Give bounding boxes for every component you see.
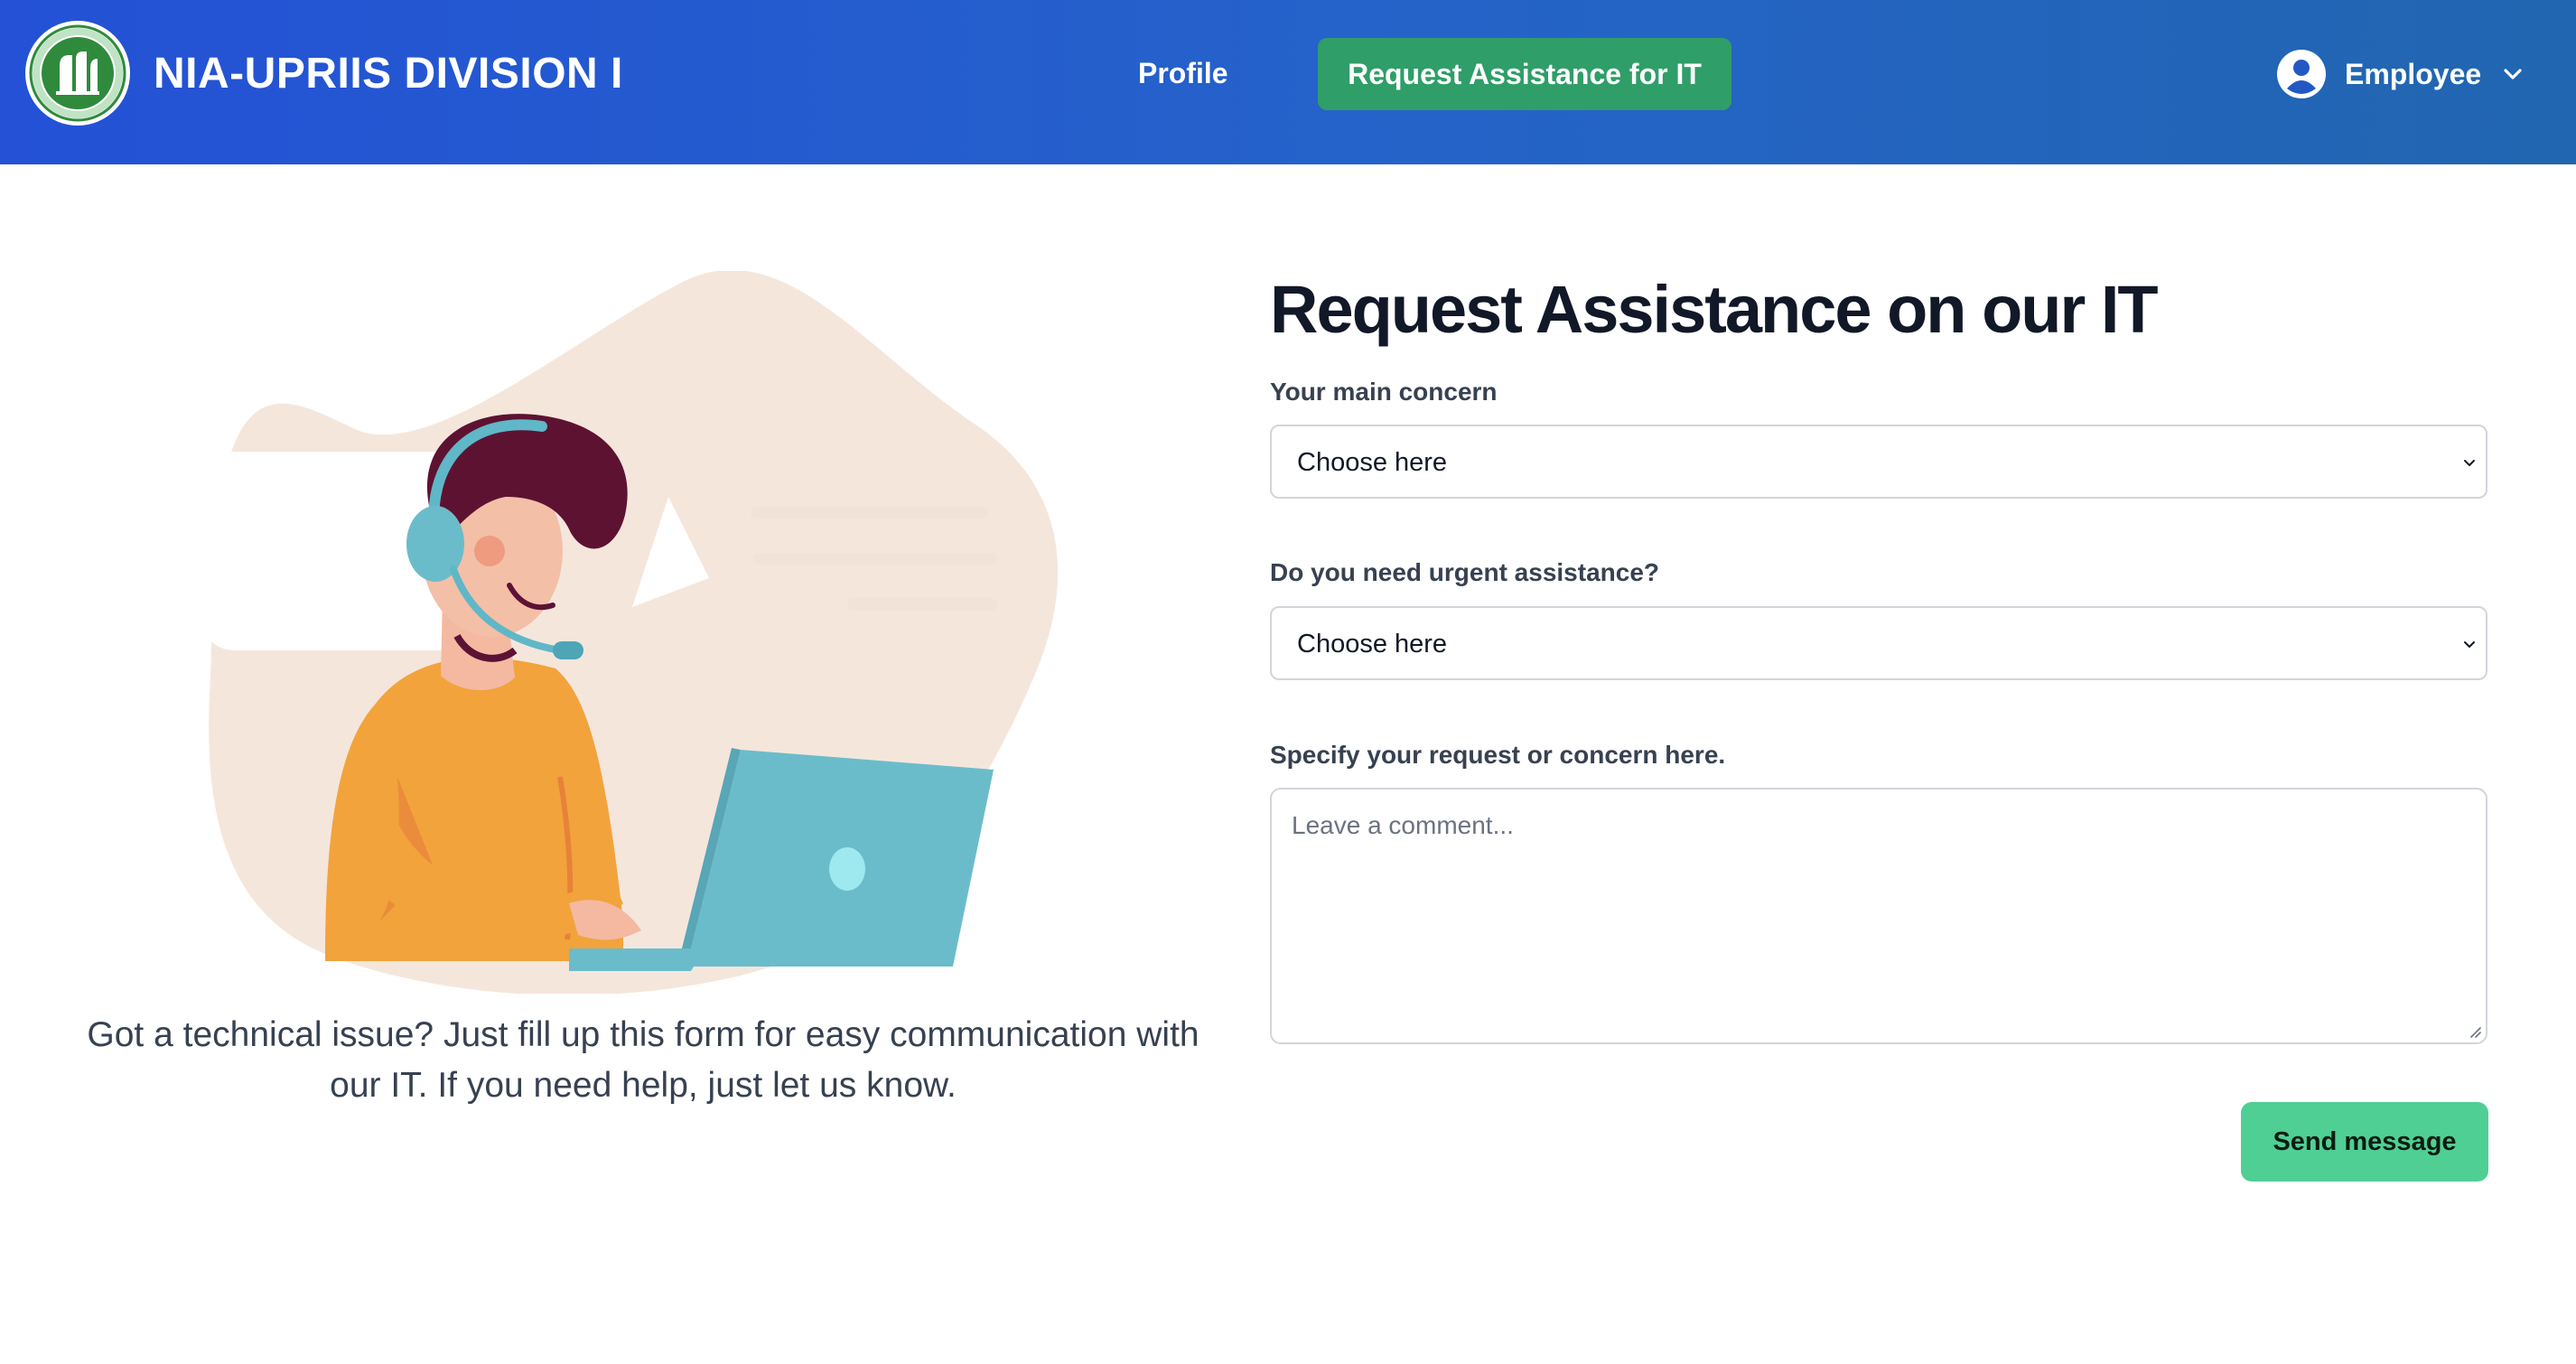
form-title: Request Assistance on our IT — [1270, 272, 2159, 347]
brand-title[interactable]: NIA-UPRIIS DIVISION I — [154, 49, 623, 98]
urgent-label: Do you need urgent assistance? — [1270, 558, 1659, 586]
user-circle-icon — [2277, 50, 2326, 98]
urgent-select-value: Choose here — [1297, 630, 1448, 659]
chevron-down-icon — [2464, 460, 2475, 466]
concern-label: Your main concern — [1270, 378, 1498, 406]
nav-link-profile[interactable]: Profile — [1138, 57, 1228, 90]
urgent-select[interactable]: Choose here — [1270, 606, 2487, 680]
user-menu[interactable]: Employee — [2276, 47, 2525, 101]
comment-textarea[interactable]: Leave a comment... — [1270, 788, 2487, 1044]
nav-button-request-assistance[interactable]: Request Assistance for IT — [1318, 38, 1731, 110]
chevron-down-icon — [2464, 641, 2475, 648]
send-message-button[interactable]: Send message — [2241, 1102, 2488, 1182]
comment-placeholder: Leave a comment... — [1292, 811, 1514, 839]
resize-grip-icon[interactable] — [2466, 1023, 2482, 1039]
chevron-down-icon — [2504, 69, 2522, 79]
concern-select-value: Choose here — [1297, 448, 1448, 477]
intro-text: Got a technical issue? Just fill up this… — [87, 1015, 1199, 1105]
concern-select[interactable]: Choose here — [1270, 425, 2487, 499]
nia-logo-icon[interactable] — [25, 21, 130, 126]
details-label: Specify your request or concern here. — [1270, 741, 1726, 769]
top-navbar: NIA-UPRIIS DIVISION I Profile Request As… — [0, 0, 2576, 164]
support-agent-illustration — [199, 271, 1102, 994]
user-role-label: Employee — [2345, 57, 2482, 90]
